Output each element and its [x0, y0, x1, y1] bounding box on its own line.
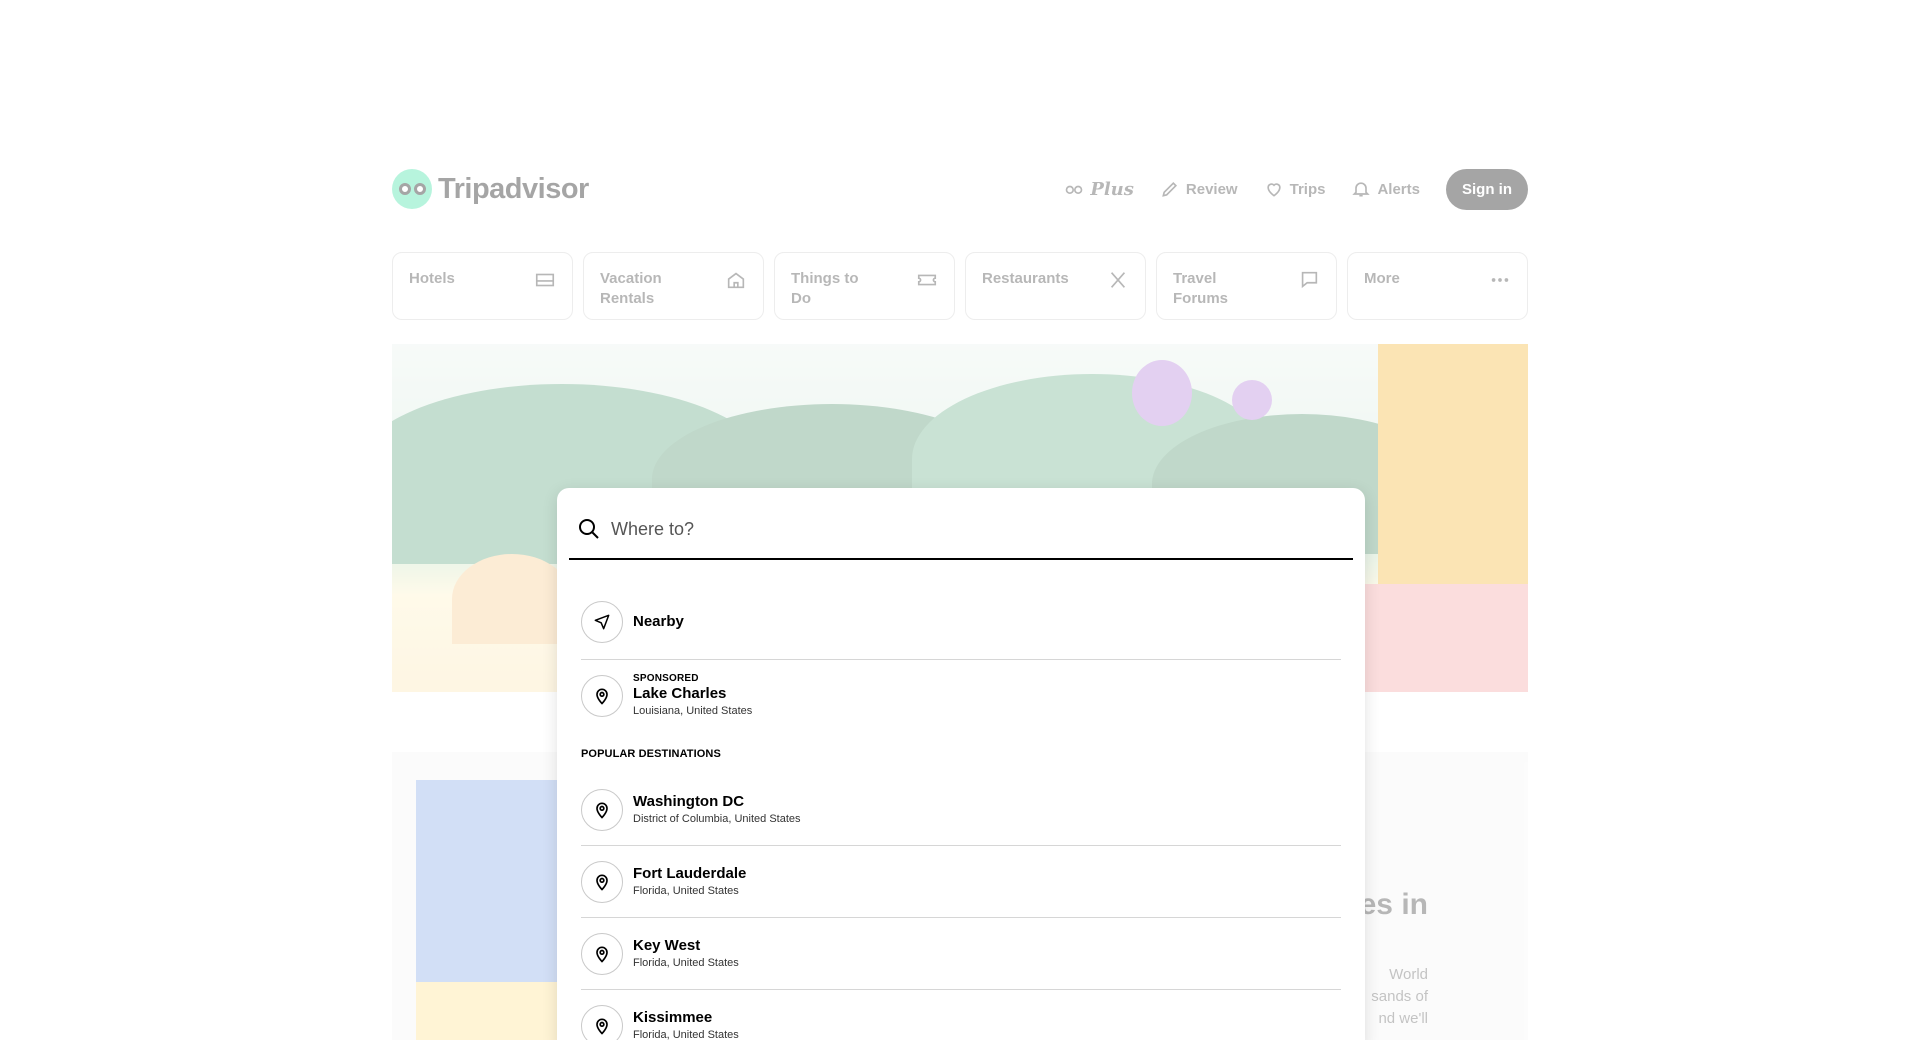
site-header: Tripadvisor Plus Review Trips Alerts Sig…	[392, 168, 1528, 210]
sign-in-button[interactable]: Sign in	[1446, 168, 1528, 210]
trips-link[interactable]: Trips	[1264, 179, 1326, 199]
owl-logo-icon	[392, 169, 432, 209]
nearby-option[interactable]: Nearby	[581, 584, 1341, 660]
chat-icon	[1301, 271, 1318, 289]
icon-circle	[581, 675, 623, 717]
bell-icon	[1352, 182, 1371, 197]
nearby-label: Nearby	[633, 612, 684, 630]
map-pin-icon	[596, 802, 608, 819]
result-region: Florida, United States	[633, 956, 739, 969]
map-pin-icon	[596, 946, 608, 963]
icon-circle	[581, 932, 623, 975]
result-region: Louisiana, United States	[633, 705, 753, 717]
result-name: Lake Charles	[633, 685, 727, 702]
destination-row[interactable]: Key West Florida, United States	[581, 918, 1341, 990]
review-link[interactable]: Review	[1160, 179, 1238, 199]
ellipsis-icon	[1491, 278, 1509, 282]
house-icon	[727, 272, 745, 289]
review-label: Review	[1185, 180, 1238, 198]
alerts-label: Alerts	[1377, 180, 1420, 198]
nav-label: Hotels	[409, 270, 455, 287]
result-region: District of Columbia, United States	[633, 812, 801, 825]
icon-circle	[581, 600, 623, 643]
plus-link[interactable]: Plus	[1064, 179, 1134, 200]
result-region: Florida, United States	[633, 1028, 739, 1040]
destination-row[interactable]: Washington DC District of Columbia, Unit…	[581, 774, 1341, 846]
trips-label: Trips	[1289, 180, 1326, 198]
nav-vacation-rentals[interactable]: Vacation Rentals	[583, 252, 764, 320]
promo-title: es in	[1359, 888, 1428, 921]
heart-icon	[1266, 183, 1281, 197]
tripadvisor-logo[interactable]: Tripadvisor	[392, 169, 589, 209]
ticket-icon	[917, 274, 937, 286]
alerts-link[interactable]: Alerts	[1351, 179, 1420, 199]
popular-destinations-heading: POPULAR DESTINATIONS	[581, 748, 721, 760]
search-icon	[579, 519, 599, 539]
brand-name: Tripadvisor	[438, 172, 589, 205]
nav-label: Restaurants	[982, 270, 1069, 287]
navigation-arrow-icon	[594, 614, 610, 629]
nav-restaurants[interactable]: Restaurants	[965, 252, 1146, 320]
search-dropdown: Nearby SPONSORED Lake Charles Louisiana,…	[557, 488, 1365, 1040]
nav-label: Vacation Rentals	[600, 270, 662, 307]
map-pin-icon	[596, 874, 608, 891]
result-name: Kissimmee	[633, 1008, 713, 1026]
destination-row[interactable]: Kissimmee Florida, United States	[581, 990, 1341, 1040]
result-region: Florida, United States	[633, 884, 739, 897]
promo-body: World sands of nd we'll	[1371, 966, 1428, 1027]
nav-hotels[interactable]: Hotels	[392, 252, 573, 320]
owl-eyes-icon	[1065, 185, 1083, 194]
header-actions: Plus Review Trips Alerts Sign in	[1064, 168, 1528, 210]
sponsored-tag: SPONSORED	[633, 673, 699, 684]
icon-circle	[581, 788, 623, 831]
plus-label: Plus	[1090, 178, 1134, 200]
nav-things-to-do[interactable]: Things to Do	[774, 252, 955, 320]
search-bar	[569, 500, 1353, 560]
sponsored-result[interactable]: SPONSORED Lake Charles Louisiana, United…	[581, 660, 1341, 732]
page: Tripadvisor Plus Review Trips Alerts Sig…	[0, 0, 1920, 1040]
utensils-icon	[1110, 272, 1126, 288]
search-input[interactable]	[611, 518, 1345, 540]
nav-label: More	[1364, 270, 1400, 287]
icon-circle	[581, 1004, 623, 1040]
icon-circle	[581, 860, 623, 903]
map-pin-icon	[596, 1018, 608, 1035]
result-name: Key West	[633, 936, 701, 954]
nav-label: Things to Do	[791, 270, 859, 307]
result-name: Fort Lauderdale	[633, 864, 747, 882]
bed-icon	[535, 273, 555, 287]
nav-label: Travel Forums	[1173, 270, 1229, 307]
nav-travel-forums[interactable]: Travel Forums	[1156, 252, 1337, 320]
category-nav: Hotels Vacation Rentals Things to Do Res…	[392, 252, 1528, 320]
map-pin-icon	[596, 688, 608, 705]
destination-row[interactable]: Fort Lauderdale Florida, United States	[581, 846, 1341, 918]
nav-more[interactable]: More	[1347, 252, 1528, 320]
search-results: Nearby SPONSORED Lake Charles Louisiana,…	[569, 560, 1353, 1040]
pencil-icon	[1162, 181, 1177, 197]
result-name: Washington DC	[633, 792, 745, 810]
